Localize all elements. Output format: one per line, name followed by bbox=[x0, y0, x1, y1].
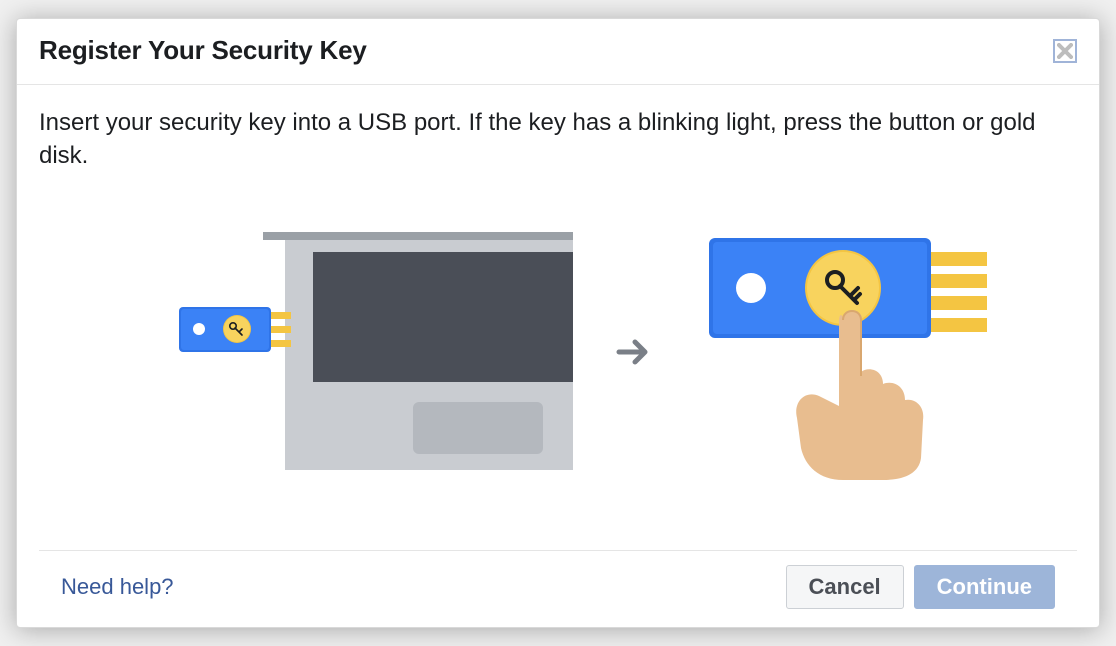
button-row: Cancel Continue bbox=[786, 565, 1055, 609]
help-link[interactable]: Need help? bbox=[61, 574, 174, 600]
illustration-row bbox=[39, 172, 1077, 540]
instruction-text: Insert your security key into a USB port… bbox=[39, 107, 1077, 172]
close-icon bbox=[1057, 43, 1073, 59]
dialog-footer-wrap: Need help? Cancel Continue bbox=[17, 550, 1099, 627]
dialog-body: Insert your security key into a USB port… bbox=[17, 85, 1099, 550]
dialog-header: Register Your Security Key bbox=[17, 19, 1099, 85]
continue-button[interactable]: Continue bbox=[914, 565, 1055, 609]
press-key-illustration bbox=[693, 222, 1013, 482]
arrow-right-icon bbox=[613, 332, 653, 372]
security-key-dialog: Register Your Security Key Insert your s… bbox=[16, 18, 1100, 628]
close-button[interactable] bbox=[1053, 39, 1077, 63]
dialog-footer: Need help? Cancel Continue bbox=[39, 550, 1077, 627]
cancel-button[interactable]: Cancel bbox=[786, 565, 904, 609]
laptop-key-illustration bbox=[103, 212, 573, 492]
dialog-title: Register Your Security Key bbox=[39, 35, 367, 66]
